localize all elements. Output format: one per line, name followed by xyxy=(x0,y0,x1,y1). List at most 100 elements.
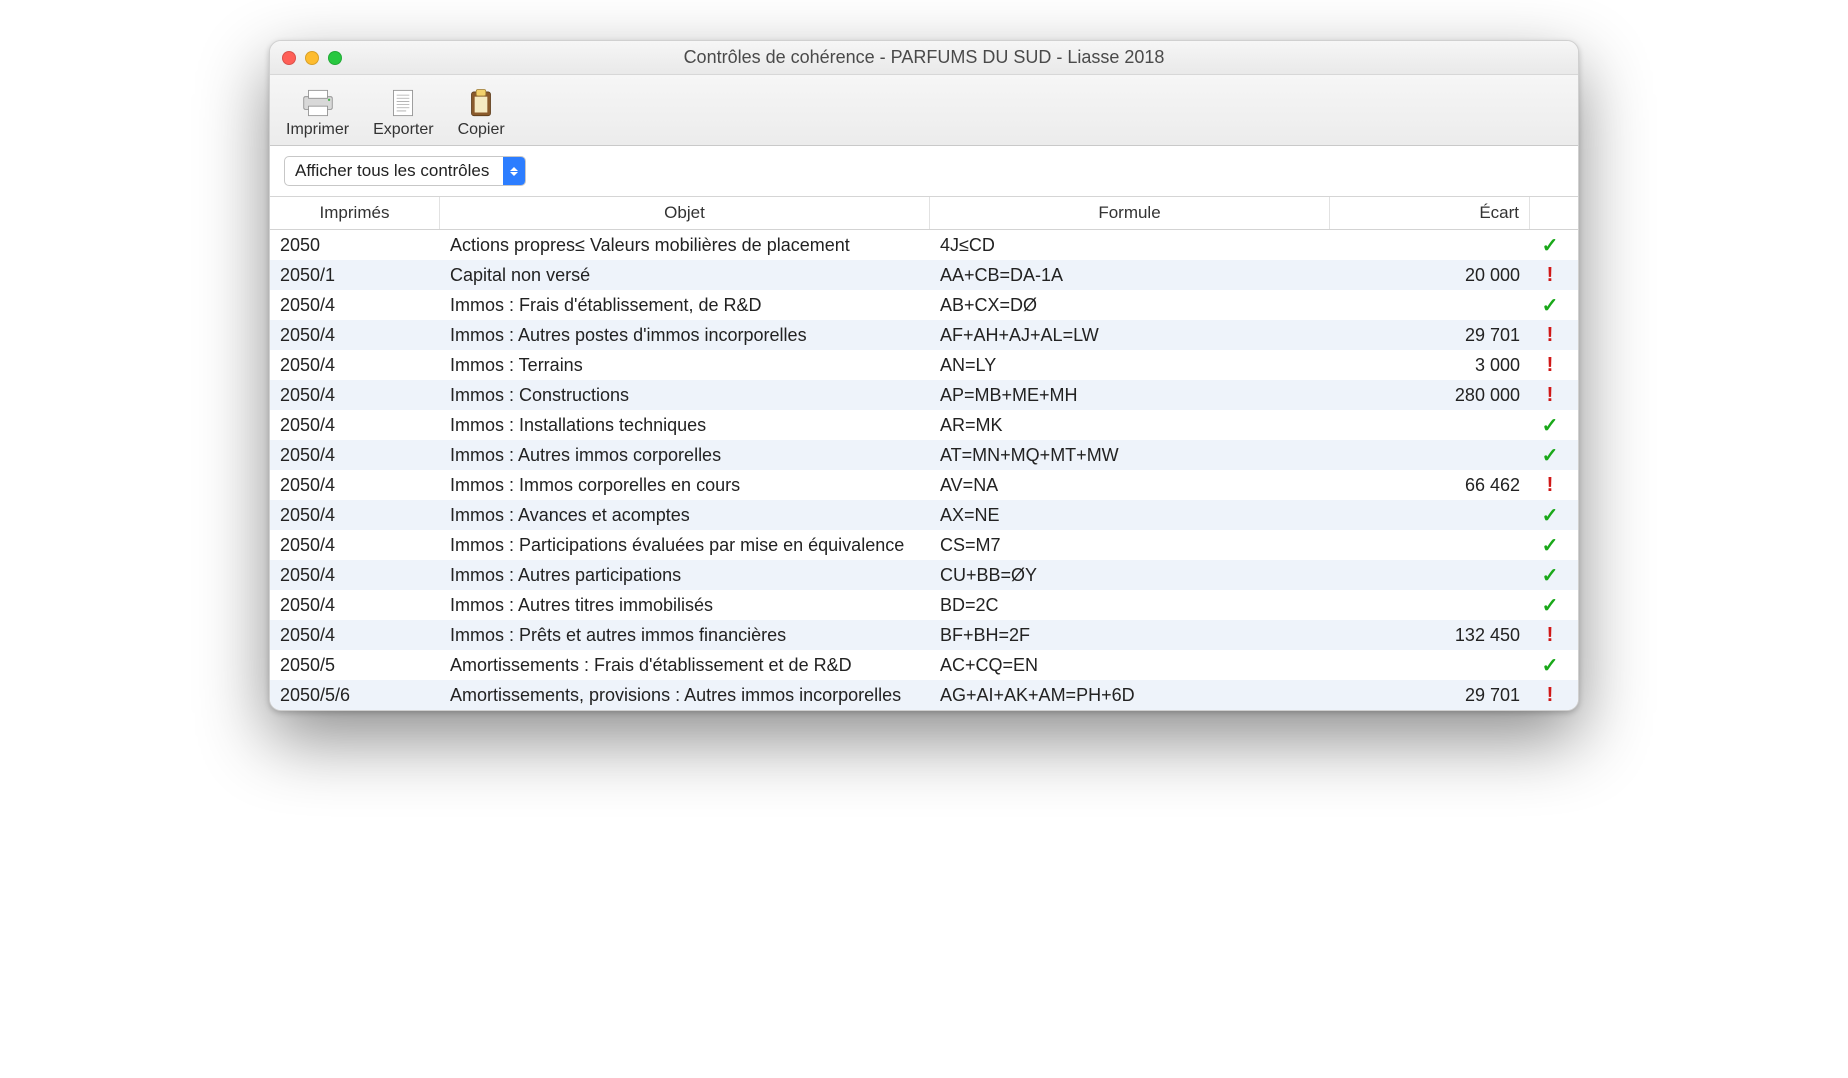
check-icon: ✓ xyxy=(1542,295,1559,317)
check-icon: ✓ xyxy=(1542,505,1559,527)
copy-button[interactable]: Copier xyxy=(458,85,505,139)
filter-select[interactable]: Afficher tous les contrôles xyxy=(284,156,526,186)
cell-ecart: 132 450 xyxy=(1330,625,1530,646)
cell-formule: AV=NA xyxy=(930,475,1330,496)
cell-formule: 4J≤CD xyxy=(930,235,1330,256)
table-row[interactable]: 2050/4Immos : Immos corporelles en cours… xyxy=(270,470,1578,500)
print-label: Imprimer xyxy=(286,121,349,139)
table-row[interactable]: 2050/4Immos : Installations techniquesAR… xyxy=(270,410,1578,440)
cell-objet: Immos : Autres immos corporelles xyxy=(440,445,930,466)
cell-objet: Immos : Terrains xyxy=(440,355,930,376)
table-row[interactable]: 2050/5Amortissements : Frais d'établisse… xyxy=(270,650,1578,680)
alert-icon: ! xyxy=(1547,624,1554,646)
toolbar: Imprimer Exporter xyxy=(270,75,1578,146)
table-header: Imprimés Objet Formule Écart xyxy=(270,197,1578,230)
table-row[interactable]: 2050/4Immos : Avances et acomptesAX=NE ✓ xyxy=(270,500,1578,530)
table-row[interactable]: 2050/4Immos : ConstructionsAP=MB+ME+MH28… xyxy=(270,380,1578,410)
cell-formule: AN=LY xyxy=(930,355,1330,376)
filter-bar: Afficher tous les contrôles xyxy=(270,146,1578,197)
cell-imprime: 2050/4 xyxy=(270,565,440,586)
table-row[interactable]: 2050/4Immos : Autres titres immobilisésB… xyxy=(270,590,1578,620)
document-icon xyxy=(382,85,424,121)
table-row[interactable]: 2050/4Immos : Participations évaluées pa… xyxy=(270,530,1578,560)
cell-objet: Immos : Prêts et autres immos financière… xyxy=(440,625,930,646)
cell-imprime: 2050/5/6 xyxy=(270,685,440,706)
copy-label: Copier xyxy=(458,121,505,139)
cell-ecart: 29 701 xyxy=(1330,325,1530,346)
cell-objet: Immos : Constructions xyxy=(440,385,930,406)
cell-formule: CS=M7 xyxy=(930,535,1330,556)
cell-imprime: 2050/1 xyxy=(270,265,440,286)
table-row[interactable]: 2050Actions propres≤ Valeurs mobilières … xyxy=(270,230,1578,260)
col-status[interactable] xyxy=(1530,197,1570,229)
cell-objet: Immos : Autres postes d'immos incorporel… xyxy=(440,325,930,346)
check-icon: ✓ xyxy=(1542,595,1559,617)
zoom-icon[interactable] xyxy=(328,51,342,65)
col-imprimes[interactable]: Imprimés xyxy=(270,197,440,229)
cell-formule: BD=2C xyxy=(930,595,1330,616)
window-title: Contrôles de cohérence - PARFUMS DU SUD … xyxy=(270,47,1578,68)
cell-imprime: 2050/5 xyxy=(270,655,440,676)
app-window: Contrôles de cohérence - PARFUMS DU SUD … xyxy=(269,40,1579,711)
table-body: 2050Actions propres≤ Valeurs mobilières … xyxy=(270,230,1578,710)
export-button[interactable]: Exporter xyxy=(373,85,433,139)
close-icon[interactable] xyxy=(282,51,296,65)
cell-imprime: 2050/4 xyxy=(270,325,440,346)
cell-imprime: 2050/4 xyxy=(270,475,440,496)
table-row[interactable]: 2050/4Immos : Autres participationsCU+BB… xyxy=(270,560,1578,590)
cell-imprime: 2050/4 xyxy=(270,595,440,616)
cell-objet: Immos : Autres titres immobilisés xyxy=(440,595,930,616)
col-formule[interactable]: Formule xyxy=(930,197,1330,229)
cell-objet: Immos : Frais d'établissement, de R&D xyxy=(440,295,930,316)
check-icon: ✓ xyxy=(1542,535,1559,557)
table-row[interactable]: 2050/4Immos : TerrainsAN=LY3 000! xyxy=(270,350,1578,380)
titlebar: Contrôles de cohérence - PARFUMS DU SUD … xyxy=(270,41,1578,75)
cell-imprime: 2050/4 xyxy=(270,295,440,316)
cell-formule: AG+AI+AK+AM=PH+6D xyxy=(930,685,1330,706)
cell-ecart: 3 000 xyxy=(1330,355,1530,376)
cell-imprime: 2050/4 xyxy=(270,355,440,376)
cell-formule: AA+CB=DA-1A xyxy=(930,265,1330,286)
table-row[interactable]: 2050/4Immos : Autres postes d'immos inco… xyxy=(270,320,1578,350)
col-ecart[interactable]: Écart xyxy=(1330,197,1530,229)
cell-objet: Immos : Autres participations xyxy=(440,565,930,586)
cell-formule: AR=MK xyxy=(930,415,1330,436)
alert-icon: ! xyxy=(1547,264,1554,286)
table-row[interactable]: 2050/5/6Amortissements, provisions : Aut… xyxy=(270,680,1578,710)
alert-icon: ! xyxy=(1547,384,1554,406)
cell-formule: CU+BB=ØY xyxy=(930,565,1330,586)
export-label: Exporter xyxy=(373,121,433,139)
cell-objet: Actions propres≤ Valeurs mobilières de p… xyxy=(440,235,930,256)
alert-icon: ! xyxy=(1547,684,1554,706)
cell-objet: Immos : Installations techniques xyxy=(440,415,930,436)
cell-formule: AP=MB+ME+MH xyxy=(930,385,1330,406)
minimize-icon[interactable] xyxy=(305,51,319,65)
cell-objet: Amortissements, provisions : Autres immo… xyxy=(440,685,930,706)
cell-imprime: 2050/4 xyxy=(270,385,440,406)
cell-formule: AC+CQ=EN xyxy=(930,655,1330,676)
cell-objet: Immos : Avances et acomptes xyxy=(440,505,930,526)
print-button[interactable]: Imprimer xyxy=(286,85,349,139)
table-row[interactable]: 2050/4Immos : Autres immos corporellesAT… xyxy=(270,440,1578,470)
cell-imprime: 2050/4 xyxy=(270,505,440,526)
cell-objet: Amortissements : Frais d'établissement e… xyxy=(440,655,930,676)
table-row[interactable]: 2050/4Immos : Prêts et autres immos fina… xyxy=(270,620,1578,650)
cell-ecart: 66 462 xyxy=(1330,475,1530,496)
cell-imprime: 2050 xyxy=(270,235,440,256)
col-objet[interactable]: Objet xyxy=(440,197,930,229)
select-arrows-icon xyxy=(503,157,525,185)
table-row[interactable]: 2050/1Capital non verséAA+CB=DA-1A20 000… xyxy=(270,260,1578,290)
cell-imprime: 2050/4 xyxy=(270,535,440,556)
cell-formule: AB+CX=DØ xyxy=(930,295,1330,316)
cell-formule: AX=NE xyxy=(930,505,1330,526)
cell-formule: AT=MN+MQ+MT+MW xyxy=(930,445,1330,466)
cell-imprime: 2050/4 xyxy=(270,445,440,466)
cell-objet: Capital non versé xyxy=(440,265,930,286)
cell-imprime: 2050/4 xyxy=(270,625,440,646)
cell-objet: Immos : Participations évaluées par mise… xyxy=(440,535,930,556)
alert-icon: ! xyxy=(1547,474,1554,496)
results-table: Imprimés Objet Formule Écart 2050Actions… xyxy=(270,197,1578,710)
cell-formule: BF+BH=2F xyxy=(930,625,1330,646)
cell-ecart: 29 701 xyxy=(1330,685,1530,706)
table-row[interactable]: 2050/4Immos : Frais d'établissement, de … xyxy=(270,290,1578,320)
